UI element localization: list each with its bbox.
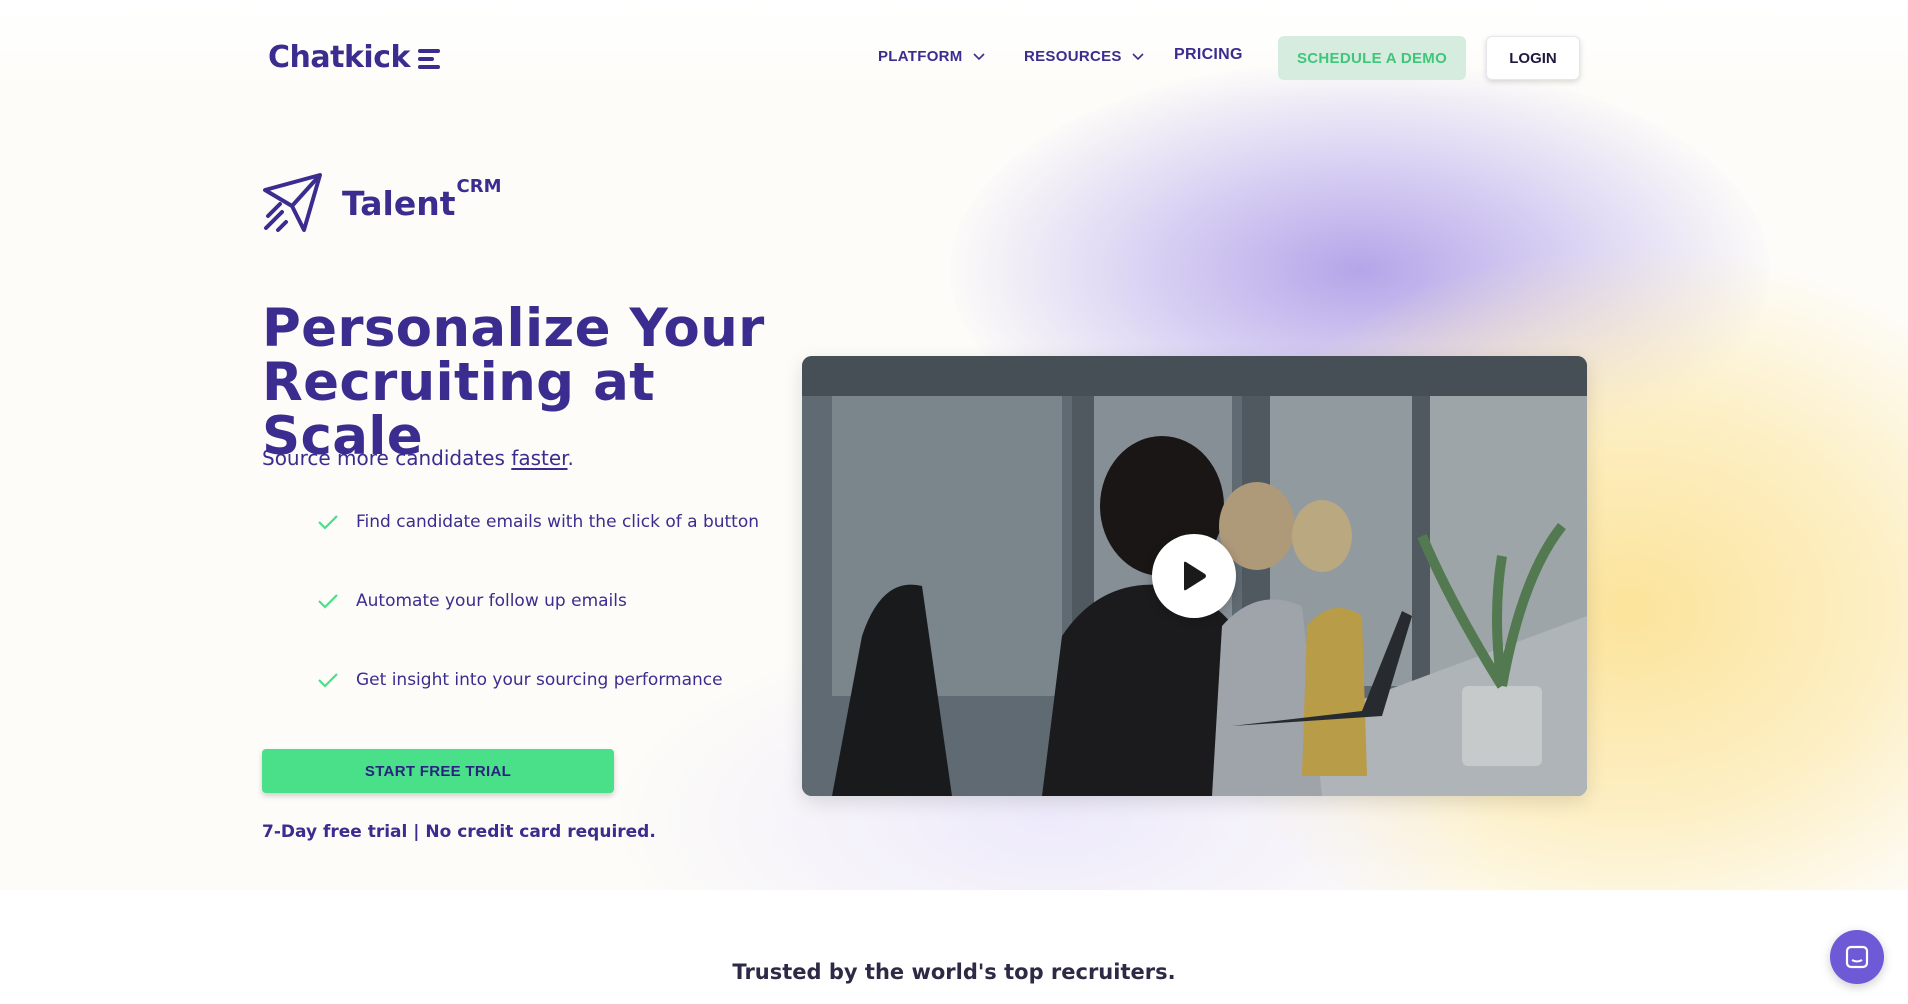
- start-free-trial-button[interactable]: START FREE TRIAL: [262, 749, 614, 793]
- logo-lines-icon: [417, 48, 440, 69]
- login-button[interactable]: LOGIN: [1486, 36, 1580, 80]
- site-header: Chatkick PLATFORM RESOURCES PRICING SCHE…: [0, 0, 1908, 100]
- play-icon: [1184, 561, 1206, 591]
- trial-note: 7-Day free trial | No credit card requir…: [262, 822, 656, 842]
- chevron-down-icon: [1132, 52, 1144, 60]
- nav-resources[interactable]: RESOURCES: [1024, 48, 1144, 65]
- checkmark-icon: [318, 594, 338, 609]
- nav-platform[interactable]: PLATFORM: [878, 48, 985, 65]
- headline-line-1: Personalize Your: [262, 298, 765, 359]
- schedule-demo-button[interactable]: SCHEDULE A DEMO: [1278, 36, 1466, 80]
- feature-item: Find candidate emails with the click of …: [318, 512, 759, 532]
- feature-text: Find candidate emails with the click of …: [356, 512, 760, 532]
- feature-text: Automate your follow up emails: [356, 591, 627, 611]
- trusted-heading: Trusted by the world's top recruiters.: [732, 960, 1176, 984]
- video-player[interactable]: [802, 356, 1587, 796]
- nav-pricing[interactable]: PRICING: [1174, 46, 1243, 64]
- feature-item: Automate your follow up emails: [318, 591, 627, 611]
- chevron-down-icon: [973, 52, 985, 60]
- subline-suffix: .: [567, 446, 574, 470]
- feature-text: Get insight into your sourcing performan…: [356, 670, 723, 690]
- checkmark-icon: [318, 515, 338, 530]
- product-superscript: CRM: [456, 176, 502, 197]
- nav-resources-label: RESOURCES: [1024, 48, 1122, 65]
- paper-plane-icon: [263, 173, 322, 232]
- hero-subline: Source more candidates faster.: [262, 446, 574, 470]
- logo-text: Chatkick: [268, 40, 410, 75]
- nav-platform-label: PLATFORM: [878, 48, 963, 65]
- product-name: Talent: [342, 184, 456, 223]
- play-button[interactable]: [1152, 534, 1236, 618]
- chat-launcher-button[interactable]: [1830, 930, 1884, 984]
- feature-item: Get insight into your sourcing performan…: [318, 670, 723, 690]
- chatkick-logo[interactable]: Chatkick: [268, 40, 440, 75]
- checkmark-icon: [318, 673, 338, 688]
- product-badge: Talent CRM: [262, 172, 501, 234]
- chat-icon: [1845, 945, 1869, 969]
- nav-pricing-label: PRICING: [1174, 46, 1243, 63]
- subline-emphasis: faster: [511, 446, 568, 470]
- hero-headline: Personalize Your Recruiting at Scale: [262, 302, 782, 464]
- subline-prefix: Source more candidates: [262, 446, 512, 470]
